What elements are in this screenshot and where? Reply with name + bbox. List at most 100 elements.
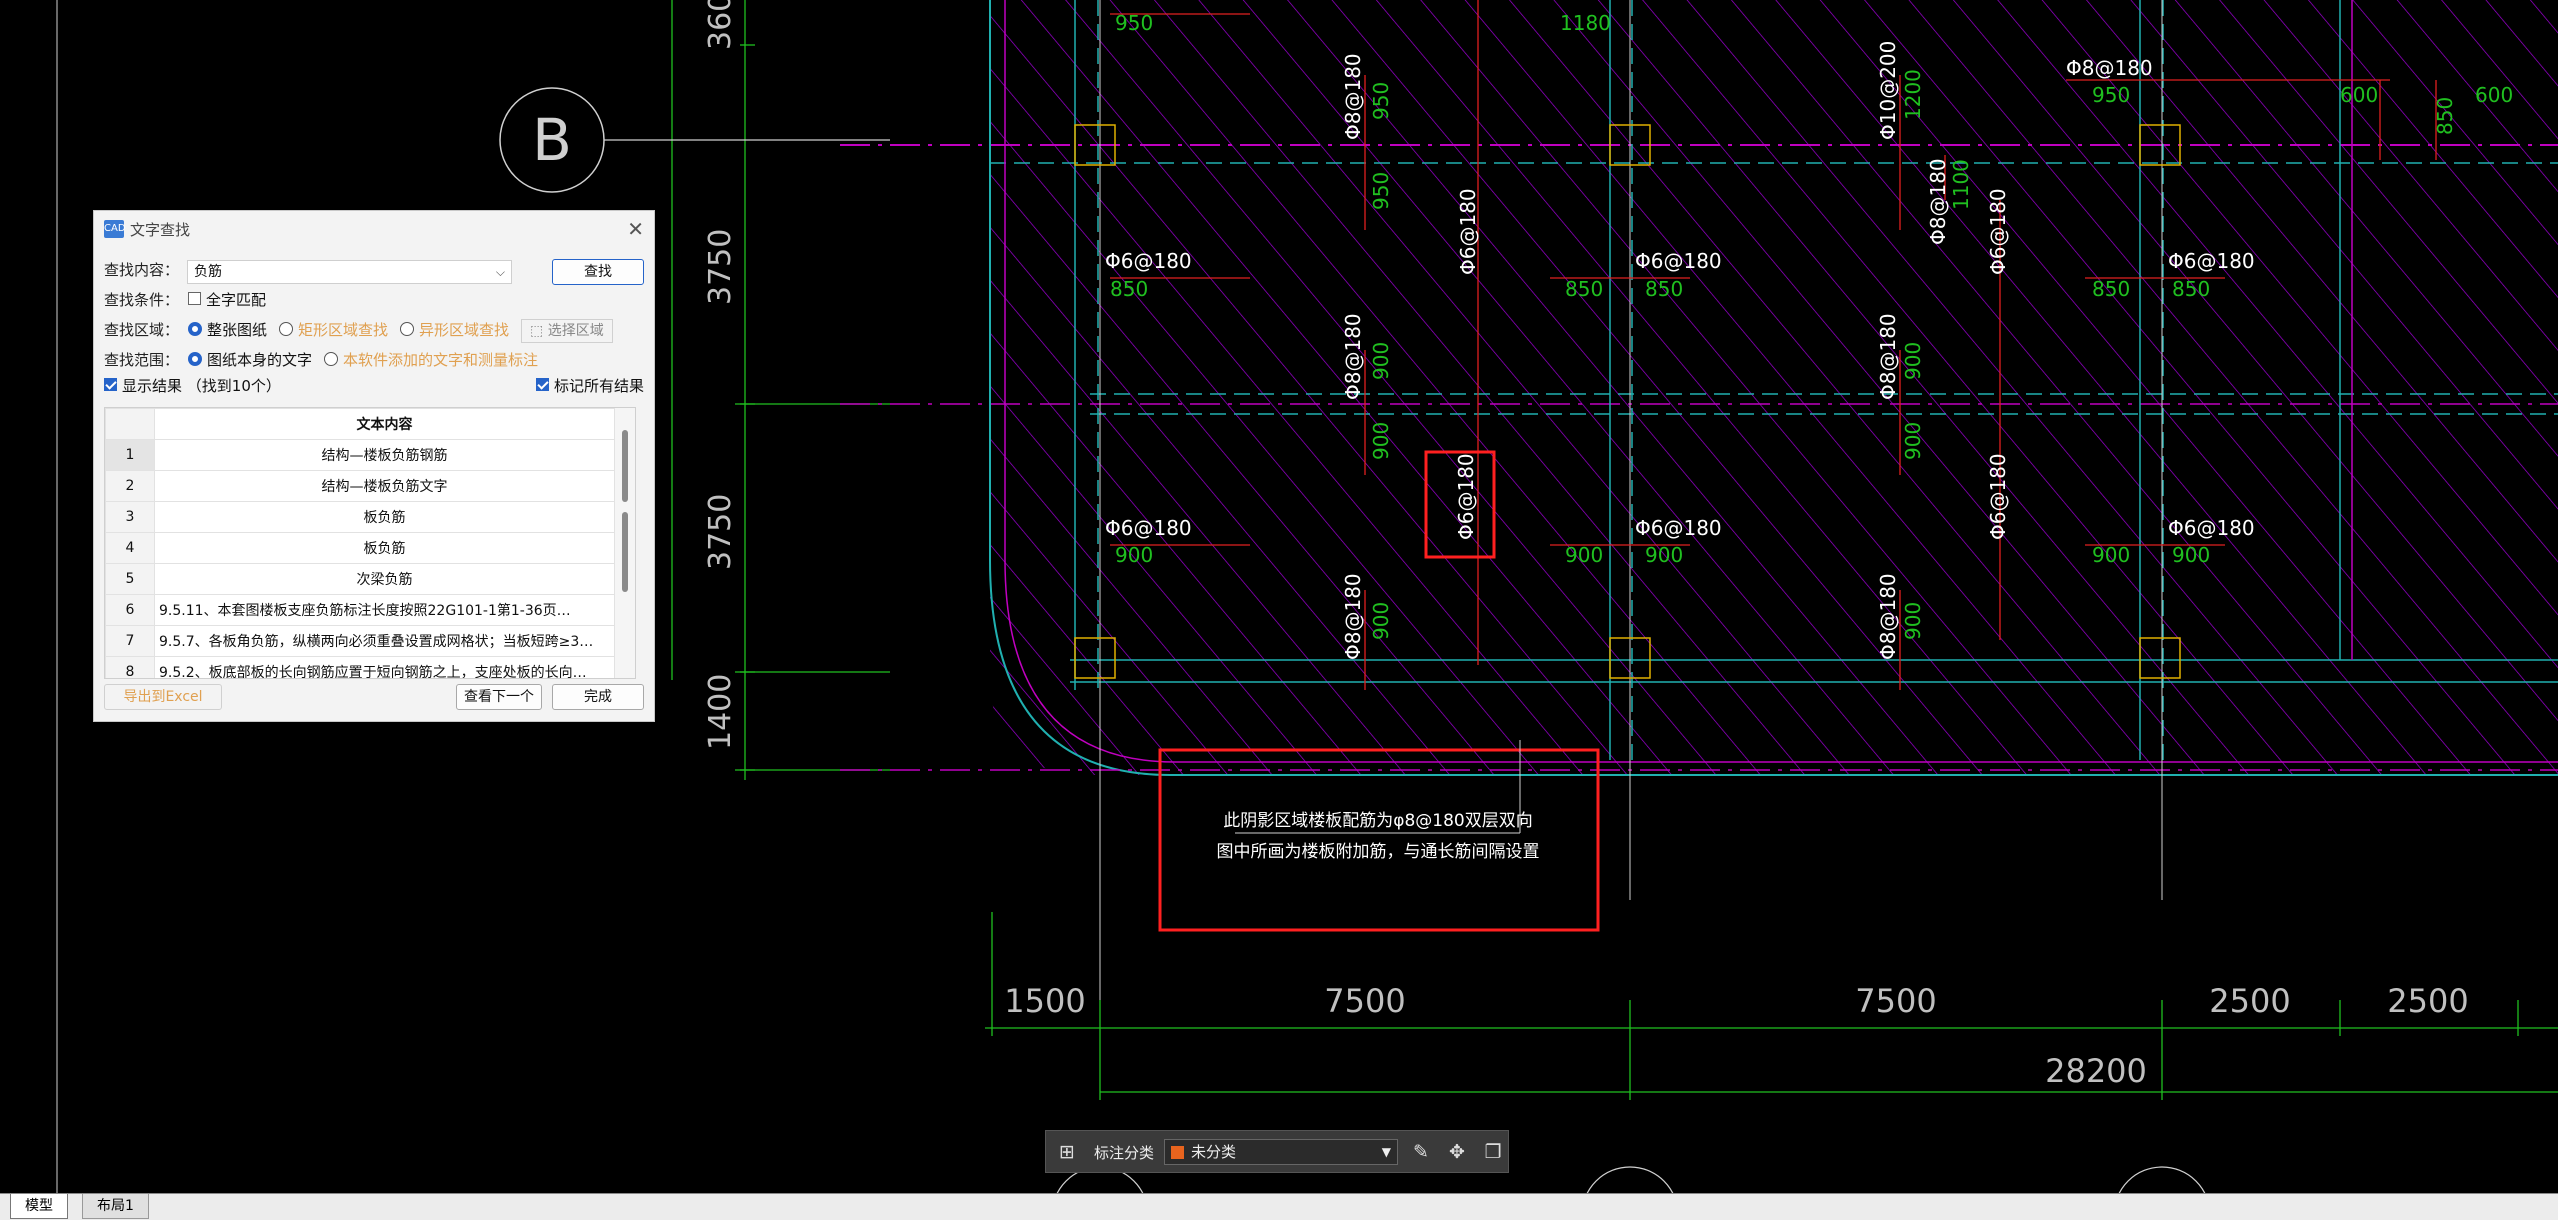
range-option-added[interactable]: 本软件添加的文字和测量标注 bbox=[324, 347, 538, 373]
dim-total: 28200 bbox=[2045, 1052, 2147, 1090]
dim-left-1400: 1400 bbox=[703, 674, 738, 750]
dim-bottom-2500-a: 2500 bbox=[2209, 982, 2290, 1020]
row-text: 板负筋 bbox=[154, 501, 615, 533]
rebar-length: 600 bbox=[2340, 83, 2378, 107]
area-option-whole[interactable]: 整张图纸 bbox=[188, 317, 267, 343]
radio-selected[interactable] bbox=[188, 321, 202, 336]
rebar-label: Φ6@180 bbox=[1105, 516, 1192, 540]
row-text: 次梁负筋 bbox=[154, 563, 615, 595]
cad-app-icon: CAD bbox=[104, 220, 126, 238]
scrollbar-thumb[interactable] bbox=[622, 512, 628, 592]
note-line-1: 此阴影区域楼板配筋为φ8@180双层双向 bbox=[1223, 811, 1532, 831]
whole-word-checkbox[interactable] bbox=[188, 292, 201, 305]
mark-all-option[interactable]: 标记所有结果 bbox=[535, 373, 644, 399]
category-select[interactable]: 未分类 ▼ bbox=[1164, 1139, 1398, 1165]
note-line-2: 图中所画为楼板附加筋，与通长筋间隔设置 bbox=[1217, 842, 1540, 862]
radio-selected[interactable] bbox=[188, 351, 202, 366]
close-icon[interactable]: ✕ bbox=[627, 217, 644, 241]
rebar-label: Φ8@180 bbox=[1341, 573, 1365, 660]
show-results-checkbox[interactable] bbox=[104, 378, 117, 391]
view-next-button[interactable]: 查看下一个 bbox=[456, 684, 542, 710]
area-option-label: 异形区域查找 bbox=[419, 321, 510, 339]
show-results-label: 显示结果 bbox=[122, 377, 183, 395]
rebar-label: Φ6@180 bbox=[1105, 249, 1192, 273]
rebar-length: 900 bbox=[1369, 342, 1393, 380]
row-index: 6 bbox=[105, 594, 155, 626]
row-index: 3 bbox=[105, 501, 155, 533]
rebar-label: Φ6@180 bbox=[1456, 188, 1480, 275]
rebar-length: 900 bbox=[2172, 543, 2210, 567]
radio[interactable] bbox=[324, 351, 339, 366]
table-row[interactable]: 5 次梁负筋 bbox=[105, 563, 615, 595]
select-area-label: 选择区域 bbox=[547, 323, 604, 339]
radio[interactable] bbox=[279, 321, 294, 336]
chevron-down-icon[interactable]: ⌵ bbox=[496, 261, 505, 283]
rebar-length: 900 bbox=[1645, 543, 1683, 567]
dialog-title: 文字查找 bbox=[130, 221, 191, 239]
rebar-length: 850 bbox=[2092, 277, 2130, 301]
rebar-length: 1200 bbox=[1901, 69, 1925, 120]
table-row[interactable]: 7 9.5.7、各板角负筋，纵横两向必须重叠设置成网格状；当板短跨≥3… bbox=[105, 625, 615, 657]
radio[interactable] bbox=[400, 321, 415, 336]
whole-word-label: 全字匹配 bbox=[206, 291, 267, 309]
done-button[interactable]: 完成 bbox=[552, 684, 644, 710]
rebar-label: Φ6@180 bbox=[1454, 453, 1478, 540]
rebar-length: 600 bbox=[2475, 83, 2513, 107]
range-option-drawing[interactable]: 图纸本身的文字 bbox=[188, 347, 312, 373]
layout-tab-strip: 模型 布局1 bbox=[0, 1193, 2558, 1220]
annotation-category-bar[interactable]: ⊞ 标注分类 未分类 ▼ ✎ ✥ ❐ bbox=[1045, 1130, 1509, 1173]
rebar-label: Φ6@180 bbox=[2168, 249, 2255, 273]
range-option-label: 图纸本身的文字 bbox=[207, 351, 313, 369]
chevron-down-icon[interactable]: ▼ bbox=[1382, 1140, 1391, 1164]
row-index: 5 bbox=[105, 563, 155, 595]
find-content-value: 负筋 bbox=[194, 264, 222, 280]
table-row[interactable]: 3 板负筋 bbox=[105, 501, 615, 533]
find-content-label: 查找内容： bbox=[104, 261, 180, 279]
table-row[interactable]: 8 9.5.2、板底部板的长向钢筋应置于短向钢筋之上，支座处板的长向… bbox=[105, 656, 615, 678]
rebar-label: Φ8@180 bbox=[1341, 53, 1365, 140]
move-icon[interactable]: ✥ bbox=[1446, 1141, 1468, 1163]
results-table[interactable]: 文本内容 1 结构—楼板负筋钢筋 2 结构—楼板负筋文字 3 板负筋 4 板负筋 5 次梁… bbox=[104, 407, 636, 679]
copy-icon[interactable]: ❐ bbox=[1482, 1141, 1504, 1163]
range-option-label: 本软件添加的文字和测量标注 bbox=[343, 351, 539, 369]
row-text: 9.5.2、板底部板的长向钢筋应置于短向钢筋之上，支座处板的长向… bbox=[154, 656, 615, 678]
area-option-irregular[interactable]: 异形区域查找 bbox=[400, 317, 509, 343]
area-option-rect[interactable]: 矩形区域查找 bbox=[279, 317, 388, 343]
find-button[interactable]: 查找 bbox=[552, 259, 644, 285]
rebar-length: 900 bbox=[1901, 422, 1925, 460]
condition-row: 查找条件： 全字匹配 bbox=[104, 287, 266, 313]
row-index: 2 bbox=[105, 470, 155, 502]
table-row[interactable]: 6 9.5.11、本套图楼板支座负筋标注长度按照22G101-1第1-36页… bbox=[105, 594, 615, 626]
grid-icon[interactable]: ⊞ bbox=[1056, 1141, 1078, 1163]
mark-all-checkbox[interactable] bbox=[535, 378, 549, 391]
tab-model[interactable]: 模型 bbox=[10, 1194, 68, 1219]
rebar-length: 950 bbox=[2092, 83, 2130, 107]
dim-bottom-7500-b: 7500 bbox=[1855, 982, 1936, 1020]
table-row[interactable]: 4 板负筋 bbox=[105, 532, 615, 564]
dim-bottom-2500-b: 2500 bbox=[2387, 982, 2468, 1020]
edit-icon[interactable]: ✎ bbox=[1410, 1141, 1432, 1163]
rebar-length: 1100 bbox=[1949, 159, 1973, 210]
rebar-length: 850 bbox=[2172, 277, 2210, 301]
rebar-label: Φ6@180 bbox=[1986, 188, 2010, 275]
axis-label-b: B bbox=[532, 106, 572, 174]
scrollbar-thumb[interactable] bbox=[622, 430, 628, 502]
results-scrollbar[interactable] bbox=[615, 408, 635, 678]
tab-layout1[interactable]: 布局1 bbox=[82, 1194, 149, 1219]
find-content-combobox[interactable]: 负筋 ⌵ bbox=[187, 260, 512, 284]
area-row: 查找区域： 整张图纸 矩形区域查找 异形区域查找 ⬚ 选择区域 bbox=[104, 317, 613, 343]
rebar-label: Φ10@200 bbox=[1876, 41, 1900, 140]
text-search-dialog[interactable]: CAD 文字查找 ✕ 查找内容： 负筋 ⌵ 查找 查找条件： 全字匹配 查找区域：… bbox=[93, 210, 655, 722]
rebar-length: 850 bbox=[2433, 97, 2457, 135]
table-header: 文本内容 bbox=[154, 408, 615, 440]
dialog-titlebar[interactable]: CAD 文字查找 ✕ bbox=[94, 211, 654, 247]
table-row[interactable]: 1 结构—楼板负筋钢筋 bbox=[105, 439, 615, 471]
rebar-length: 900 bbox=[1901, 602, 1925, 640]
select-area-button[interactable]: ⬚ 选择区域 bbox=[521, 319, 613, 343]
rebar-label: Φ8@180 bbox=[1341, 313, 1365, 400]
export-excel-button[interactable]: 导出到Excel bbox=[104, 684, 222, 710]
table-row[interactable]: 2 结构—楼板负筋文字 bbox=[105, 470, 615, 502]
rebar-label: Φ6@180 bbox=[2168, 516, 2255, 540]
row-text: 9.5.11、本套图楼板支座负筋标注长度按照22G101-1第1-36页… bbox=[154, 594, 615, 626]
rebar-label: Φ8@180 bbox=[1926, 158, 1950, 245]
